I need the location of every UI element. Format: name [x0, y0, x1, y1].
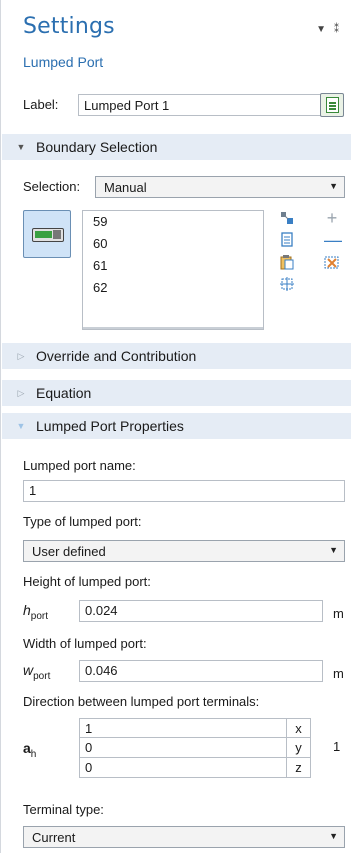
- pin-icon[interactable]: ⁑: [334, 24, 339, 35]
- chevron-right-icon: ▷: [17, 350, 25, 361]
- section-title: Override and Contribution: [36, 348, 197, 364]
- chevron-right-icon: ▷: [17, 387, 25, 398]
- section-title: Boundary Selection: [36, 139, 158, 155]
- add-icon[interactable]: +: [324, 209, 340, 227]
- matrix-value[interactable]: 0: [85, 760, 92, 775]
- list-item[interactable]: 61: [83, 255, 263, 277]
- matrix-row[interactable]: 1 x: [79, 718, 311, 738]
- clear-selection-icon[interactable]: [324, 254, 340, 270]
- section-equation[interactable]: ▷ Equation: [2, 380, 351, 406]
- chevron-down-icon: ▼: [16, 142, 26, 152]
- selection-dropdown[interactable]: Manual ▼: [95, 176, 345, 198]
- section-override-contribution[interactable]: ▷ Override and Contribution: [2, 343, 351, 369]
- remove-icon[interactable]: —: [324, 231, 342, 249]
- height-input[interactable]: 0.024: [79, 600, 323, 622]
- direction-label: Direction between lumped port terminals:: [23, 694, 260, 709]
- matrix-row[interactable]: 0 y: [79, 738, 311, 758]
- collapse-icon[interactable]: ▼: [316, 24, 326, 35]
- port-name-input[interactable]: 1: [23, 480, 345, 502]
- label-input[interactable]: [78, 94, 332, 116]
- height-symbol: hport: [23, 602, 49, 622]
- list-item[interactable]: 62: [83, 277, 263, 299]
- port-type-label: Type of lumped port:: [23, 514, 142, 529]
- chevron-down-icon: ▼: [329, 181, 338, 191]
- matrix-component: z: [286, 758, 310, 777]
- width-input[interactable]: 0.046: [79, 660, 323, 682]
- matrix-component: y: [286, 738, 310, 757]
- list-resize-handle[interactable]: [83, 327, 263, 329]
- matrix-value[interactable]: 0: [85, 740, 92, 755]
- selection-label: Selection:: [23, 179, 81, 194]
- matrix-component: x: [286, 719, 310, 738]
- section-lumped-port-properties[interactable]: ▼ Lumped Port Properties: [2, 413, 351, 439]
- terminal-type-label: Terminal type:: [23, 802, 104, 817]
- matrix-row[interactable]: 0 z: [79, 758, 311, 778]
- label-row: Label:: [23, 93, 345, 117]
- copy-icon[interactable]: [279, 232, 295, 248]
- chevron-down-icon: ▼: [329, 545, 338, 555]
- selection-value: Manual: [104, 179, 147, 195]
- direction-symbol: ah: [23, 740, 37, 760]
- width-unit: m: [333, 666, 344, 681]
- header-icons: ▼ ⁑: [316, 24, 339, 35]
- edit-label-button[interactable]: [320, 93, 344, 117]
- list-item[interactable]: 60: [83, 233, 263, 255]
- label-caption: Label:: [23, 97, 59, 112]
- document-icon: [326, 97, 339, 113]
- direction-matrix: 1 x 0 y 0 z: [79, 718, 311, 778]
- page-subtitle: Lumped Port: [23, 54, 104, 70]
- matrix-value[interactable]: 1: [85, 721, 92, 736]
- zoom-to-selection-icon[interactable]: [279, 276, 295, 292]
- port-type-value: User defined: [32, 543, 106, 559]
- width-symbol: wport: [23, 662, 51, 682]
- active-toggle-button[interactable]: [23, 210, 71, 258]
- settings-panel: Settings Lumped Port ▼ ⁑ Label: ▼ Bounda…: [0, 0, 351, 853]
- chevron-down-icon: ▼: [329, 831, 338, 841]
- port-type-dropdown[interactable]: User defined ▼: [23, 540, 345, 562]
- terminal-type-value: Current: [32, 829, 76, 845]
- section-title: Equation: [36, 385, 92, 401]
- direction-unit: 1: [333, 739, 341, 754]
- toggle-switch-icon: [32, 228, 64, 242]
- paste-icon[interactable]: [279, 254, 295, 270]
- selection-list[interactable]: 59 60 61 62: [82, 210, 264, 330]
- width-label: Width of lumped port:: [23, 636, 147, 651]
- section-boundary-selection[interactable]: ▼ Boundary Selection: [2, 134, 351, 160]
- terminal-type-dropdown[interactable]: Current ▼: [23, 826, 345, 848]
- port-name-label: Lumped port name:: [23, 458, 136, 473]
- list-item[interactable]: 59: [83, 211, 263, 233]
- page-title: Settings: [23, 14, 115, 39]
- section-title: Lumped Port Properties: [36, 418, 184, 434]
- height-unit: m: [333, 606, 344, 621]
- group-selection-icon[interactable]: [279, 210, 295, 226]
- chevron-down-icon: ▼: [16, 421, 26, 431]
- height-label: Height of lumped port:: [23, 574, 151, 589]
